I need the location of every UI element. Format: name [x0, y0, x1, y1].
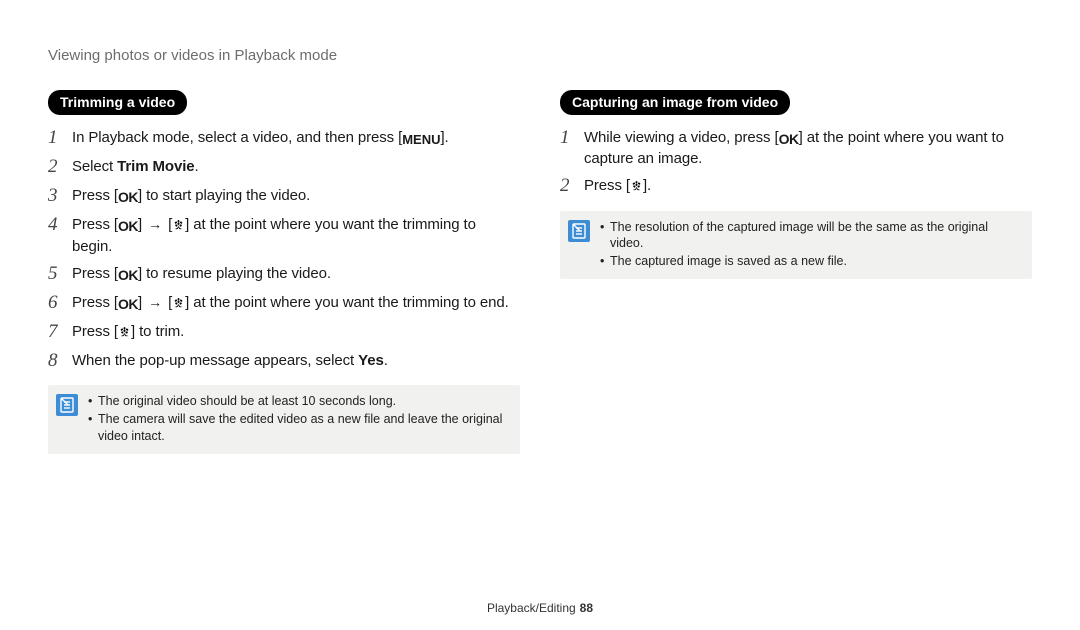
bold-text: Trim Movie	[117, 158, 194, 175]
note-item: The captured image is saved as a new fil…	[600, 253, 1022, 270]
step-text: Press [].	[584, 175, 1032, 198]
step-text: In Playback mode, select a video, and th…	[72, 127, 520, 149]
step-number: 5	[48, 263, 72, 286]
step-number: 7	[48, 321, 72, 344]
step-item: 8When the pop-up message appears, select…	[48, 350, 520, 373]
right-column: Capturing an image from video 1While vie…	[560, 90, 1032, 454]
page-footer: Playback/Editing 88	[0, 600, 1080, 616]
step-item: 2Select Trim Movie.	[48, 156, 520, 179]
step-number: 3	[48, 185, 72, 208]
step-number: 8	[48, 350, 72, 373]
step-item: 1In Playback mode, select a video, and t…	[48, 127, 520, 150]
note-icon	[568, 220, 590, 242]
arrow-right-icon: →	[148, 215, 162, 234]
step-number: 2	[48, 156, 72, 179]
step-number: 1	[560, 127, 584, 150]
steps-list-left: 1In Playback mode, select a video, and t…	[48, 127, 520, 373]
step-item: 3Press [OK] to start playing the video.	[48, 185, 520, 208]
step-text: Press [OK] → [] at the point where you w…	[72, 214, 520, 258]
note-box-left: The original video should be at least 10…	[48, 385, 520, 454]
two-column-layout: Trimming a video 1In Playback mode, sele…	[48, 90, 1032, 454]
footer-page-number: 88	[580, 601, 593, 615]
step-text: Press [] to trim.	[72, 321, 520, 344]
note-item: The original video should be at least 10…	[88, 393, 510, 410]
ok-icon: OK	[779, 130, 799, 149]
left-column: Trimming a video 1In Playback mode, sele…	[48, 90, 520, 454]
note-item: The camera will save the edited video as…	[88, 411, 510, 445]
macro-flower-icon	[172, 217, 185, 237]
step-number: 6	[48, 292, 72, 315]
manual-page: Viewing photos or videos in Playback mod…	[0, 0, 1080, 630]
bold-text: Yes	[358, 352, 384, 369]
step-number: 1	[48, 127, 72, 150]
step-text: Press [OK] → [] at the point where you w…	[72, 292, 520, 315]
note-icon	[56, 394, 78, 416]
macro-flower-icon	[172, 295, 185, 315]
footer-section: Playback/Editing	[487, 601, 576, 615]
note-item: The resolution of the captured image wil…	[600, 219, 1022, 253]
step-text: Select Trim Movie.	[72, 156, 520, 177]
section-title-trimming: Trimming a video	[48, 90, 187, 115]
macro-flower-icon	[630, 178, 643, 198]
page-header: Viewing photos or videos in Playback mod…	[48, 46, 1032, 66]
menu-icon: MENU	[402, 131, 440, 149]
macro-flower-icon	[118, 324, 131, 344]
step-number: 2	[560, 175, 584, 198]
note-box-right: The resolution of the captured image wil…	[560, 211, 1032, 280]
step-item: 6Press [OK] → [] at the point where you …	[48, 292, 520, 315]
step-text: Press [OK] to start playing the video.	[72, 185, 520, 207]
step-item: 5Press [OK] to resume playing the video.	[48, 263, 520, 286]
ok-icon: OK	[118, 295, 138, 314]
step-text: When the pop-up message appears, select …	[72, 350, 520, 371]
step-item: 7Press [] to trim.	[48, 321, 520, 344]
step-text: Press [OK] to resume playing the video.	[72, 263, 520, 285]
step-item: 2Press [].	[560, 175, 1032, 198]
step-item: 4Press [OK] → [] at the point where you …	[48, 214, 520, 258]
section-title-capturing: Capturing an image from video	[560, 90, 790, 115]
arrow-right-icon: →	[148, 293, 162, 312]
note-list-left: The original video should be at least 10…	[88, 393, 510, 446]
ok-icon: OK	[118, 188, 138, 207]
step-number: 4	[48, 214, 72, 237]
ok-icon: OK	[118, 217, 138, 236]
steps-list-right: 1While viewing a video, press [OK] at th…	[560, 127, 1032, 198]
step-item: 1While viewing a video, press [OK] at th…	[560, 127, 1032, 169]
note-list-right: The resolution of the captured image wil…	[600, 219, 1022, 272]
ok-icon: OK	[118, 266, 138, 285]
step-text: While viewing a video, press [OK] at the…	[584, 127, 1032, 169]
